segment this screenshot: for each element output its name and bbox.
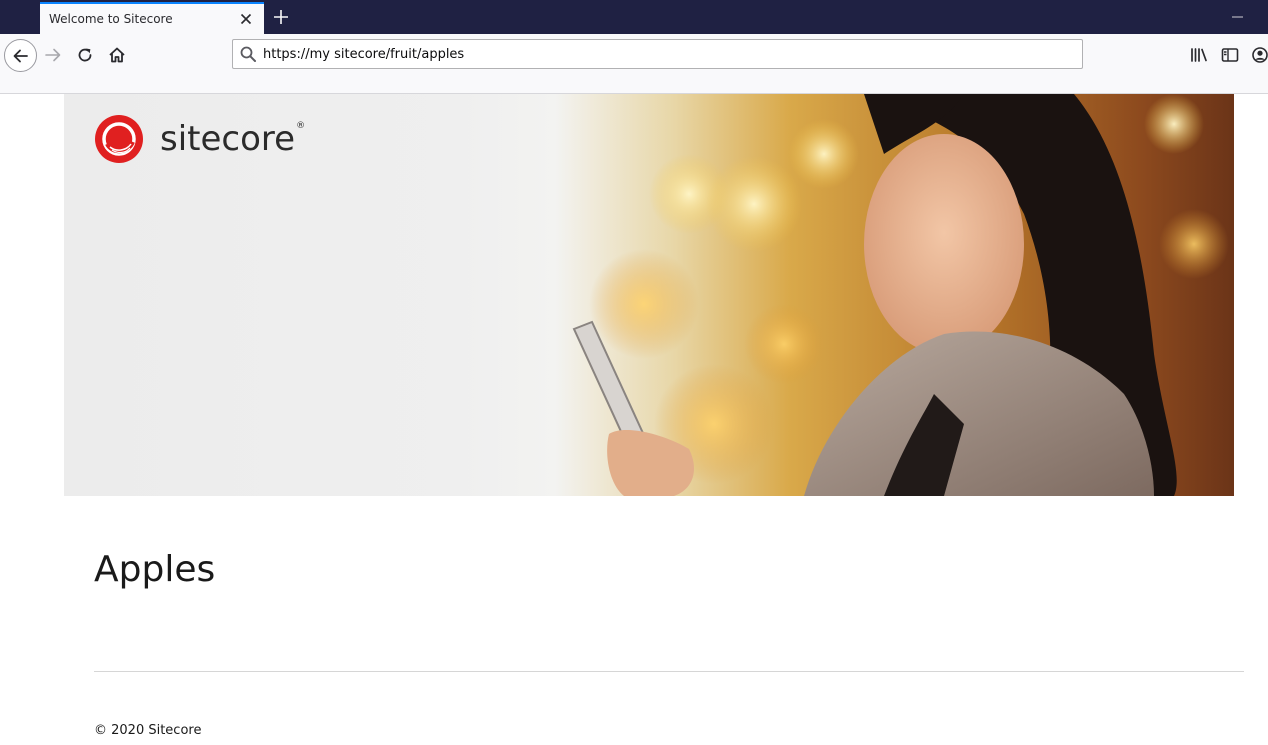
sitecore-logo-icon bbox=[95, 115, 143, 163]
account-icon bbox=[1252, 47, 1268, 63]
reload-icon bbox=[78, 48, 92, 62]
home-button[interactable] bbox=[105, 43, 129, 67]
browser-tab[interactable]: Welcome to Sitecore bbox=[40, 2, 264, 34]
sitecore-logo[interactable]: sitecore® bbox=[94, 114, 305, 164]
close-icon[interactable] bbox=[238, 11, 254, 27]
library-icon bbox=[1191, 48, 1207, 62]
address-bar[interactable] bbox=[232, 39, 1083, 69]
back-button[interactable] bbox=[4, 39, 37, 72]
tab-title: Welcome to Sitecore bbox=[49, 12, 173, 26]
arrow-right-icon bbox=[45, 48, 61, 62]
sidebar-button[interactable] bbox=[1218, 43, 1242, 67]
page-title: Apples bbox=[94, 549, 216, 590]
arrow-left-icon bbox=[13, 49, 28, 62]
home-icon bbox=[109, 47, 125, 63]
sidebar-icon bbox=[1221, 48, 1239, 62]
forward-button[interactable] bbox=[41, 43, 65, 67]
minimize-icon[interactable] bbox=[1228, 8, 1248, 26]
navigation-toolbar bbox=[0, 34, 1268, 94]
library-button[interactable] bbox=[1187, 43, 1211, 67]
search-icon bbox=[240, 46, 256, 62]
url-input[interactable] bbox=[263, 44, 1063, 64]
plus-icon[interactable] bbox=[272, 8, 290, 26]
account-button[interactable] bbox=[1250, 43, 1268, 67]
logo-text: sitecore® bbox=[160, 119, 306, 159]
footer-divider bbox=[94, 671, 1244, 672]
registered-mark: ® bbox=[296, 121, 306, 131]
footer-copyright: © 2020 Sitecore bbox=[94, 723, 202, 738]
tab-strip: Welcome to Sitecore bbox=[0, 0, 1268, 34]
reload-button[interactable] bbox=[73, 43, 97, 67]
hero-banner: sitecore® bbox=[64, 94, 1234, 496]
